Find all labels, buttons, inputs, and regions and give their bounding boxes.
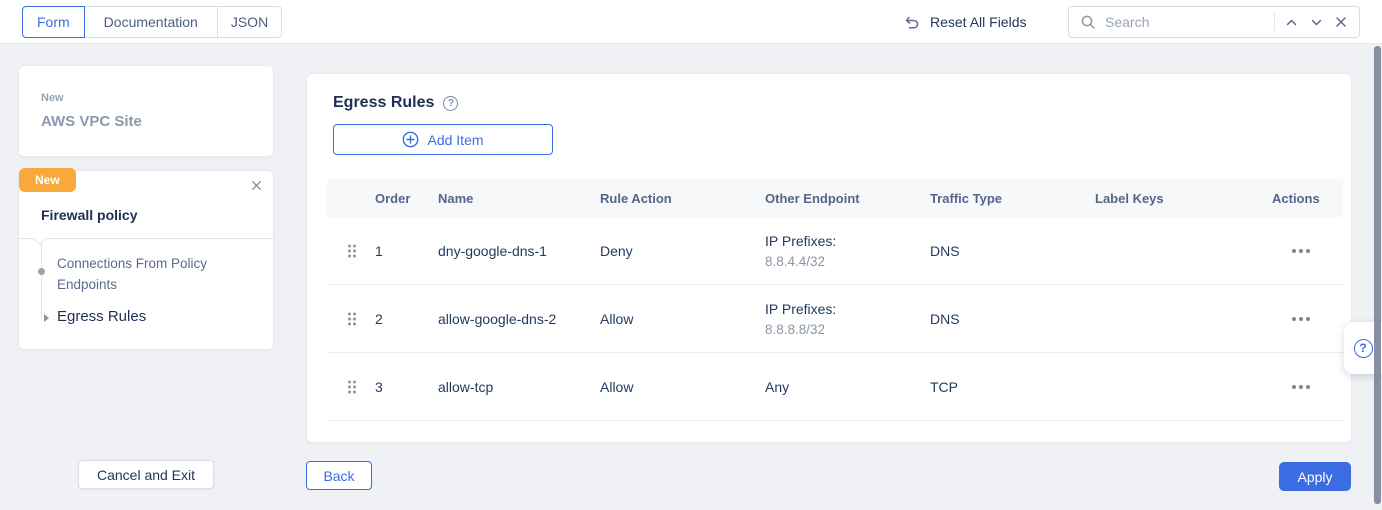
table-row: 1 dny-google-dns-1 Deny IP Prefixes: 8.8…	[327, 217, 1343, 285]
back-button[interactable]: Back	[306, 461, 372, 490]
row-actions-menu-icon[interactable]	[1290, 379, 1314, 395]
col-traffic-type: Traffic Type	[930, 191, 1095, 206]
firewall-policy-card: New Firewall policy Connections From Pol…	[18, 170, 274, 350]
reset-all-fields-label: Reset All Fields	[930, 14, 1026, 30]
col-name: Name	[438, 191, 600, 206]
cell-traffic-type: DNS	[930, 311, 1095, 327]
col-label-keys: Label Keys	[1095, 191, 1272, 206]
cell-traffic-type: DNS	[930, 243, 1095, 259]
cell-order: 2	[375, 311, 438, 327]
panel-heading: Egress Rules ?	[333, 94, 458, 112]
tree-connector-line	[41, 243, 42, 319]
tab-documentation[interactable]: Documentation	[84, 6, 218, 38]
tree-caret-icon	[44, 314, 49, 322]
question-mark-icon: ?	[1354, 339, 1373, 358]
other-endpoint-line2: 8.8.4.4/32	[765, 254, 930, 269]
sidebar-item-egress-rules[interactable]: Egress Rules	[57, 308, 146, 325]
reset-all-fields-button[interactable]: Reset All Fields	[903, 7, 1026, 37]
cell-other-endpoint: IP Prefixes: 8.8.8.8/32	[765, 301, 930, 337]
col-order: Order	[375, 191, 438, 206]
policy-card-close-icon[interactable]	[249, 178, 264, 193]
apply-button[interactable]: Apply	[1279, 462, 1351, 491]
view-mode-tabs: Form Documentation JSON	[22, 6, 282, 38]
search-prev-chevron-up-icon[interactable]	[1283, 14, 1300, 31]
cell-name: allow-tcp	[438, 379, 600, 395]
search-divider	[1274, 13, 1275, 31]
sidebar-item-connections-from-policy-endpoints[interactable]: Connections From Policy Endpoints	[57, 253, 255, 295]
policy-card-divider	[19, 238, 273, 239]
col-actions: Actions	[1272, 191, 1343, 206]
table-row: 3 allow-tcp Allow Any TCP	[327, 353, 1343, 421]
cell-rule-action: Deny	[600, 243, 765, 259]
egress-rules-panel: Egress Rules ? Add Item Order Name Rule …	[306, 73, 1352, 443]
reset-undo-icon	[903, 13, 921, 31]
search-box	[1068, 6, 1360, 38]
panel-heading-label: Egress Rules	[333, 94, 434, 112]
row-actions-menu-icon[interactable]	[1290, 243, 1314, 259]
cell-order: 3	[375, 379, 438, 395]
add-item-button[interactable]: Add Item	[333, 124, 553, 155]
cell-rule-action: Allow	[600, 379, 765, 395]
tab-form[interactable]: Form	[22, 6, 85, 38]
policy-card-title: Firewall policy	[41, 207, 137, 223]
cancel-and-exit-button[interactable]: Cancel and Exit	[78, 460, 214, 489]
drag-handle-icon[interactable]	[337, 243, 367, 259]
tab-json[interactable]: JSON	[217, 6, 282, 38]
table-row: 2 allow-google-dns-2 Allow IP Prefixes: …	[327, 285, 1343, 353]
table-header-row: Order Name Rule Action Other Endpoint Tr…	[327, 179, 1343, 217]
search-next-chevron-down-icon[interactable]	[1308, 14, 1325, 31]
table-body: 1 dny-google-dns-1 Deny IP Prefixes: 8.8…	[327, 217, 1343, 421]
cell-traffic-type: TCP	[930, 379, 1095, 395]
other-endpoint-line1: Any	[765, 379, 789, 395]
object-status-label: New	[41, 92, 251, 104]
other-endpoint-line1: IP Prefixes:	[765, 233, 836, 249]
cell-name: allow-google-dns-2	[438, 311, 600, 327]
other-endpoint-line2: 8.8.8.8/32	[765, 322, 930, 337]
row-actions-menu-icon[interactable]	[1290, 311, 1314, 327]
add-item-label: Add Item	[427, 132, 483, 148]
cell-name: dny-google-dns-1	[438, 243, 600, 259]
cell-other-endpoint: Any	[765, 379, 930, 395]
vertical-scrollbar[interactable]	[1374, 46, 1381, 504]
other-endpoint-line1: IP Prefixes:	[765, 301, 836, 317]
drag-handle-icon[interactable]	[337, 311, 367, 327]
search-icon	[1079, 13, 1097, 31]
search-close-icon[interactable]	[1333, 14, 1349, 30]
plus-circle-icon	[402, 131, 419, 148]
policy-card-notch	[33, 232, 46, 245]
search-input[interactable]	[1105, 14, 1266, 30]
col-rule-action: Rule Action	[600, 191, 765, 206]
tree-bullet-dot	[38, 268, 45, 275]
object-title: AWS VPC Site	[41, 113, 251, 130]
cell-rule-action: Allow	[600, 311, 765, 327]
cell-order: 1	[375, 243, 438, 259]
new-badge: New	[19, 168, 76, 192]
col-other-endpoint: Other Endpoint	[765, 191, 930, 206]
cell-other-endpoint: IP Prefixes: 8.8.4.4/32	[765, 233, 930, 269]
drag-handle-icon[interactable]	[337, 379, 367, 395]
egress-rules-help-icon[interactable]: ?	[443, 96, 458, 111]
top-toolbar: Form Documentation JSON Reset All Fields	[0, 0, 1382, 44]
object-summary-card: New AWS VPC Site	[18, 65, 274, 157]
